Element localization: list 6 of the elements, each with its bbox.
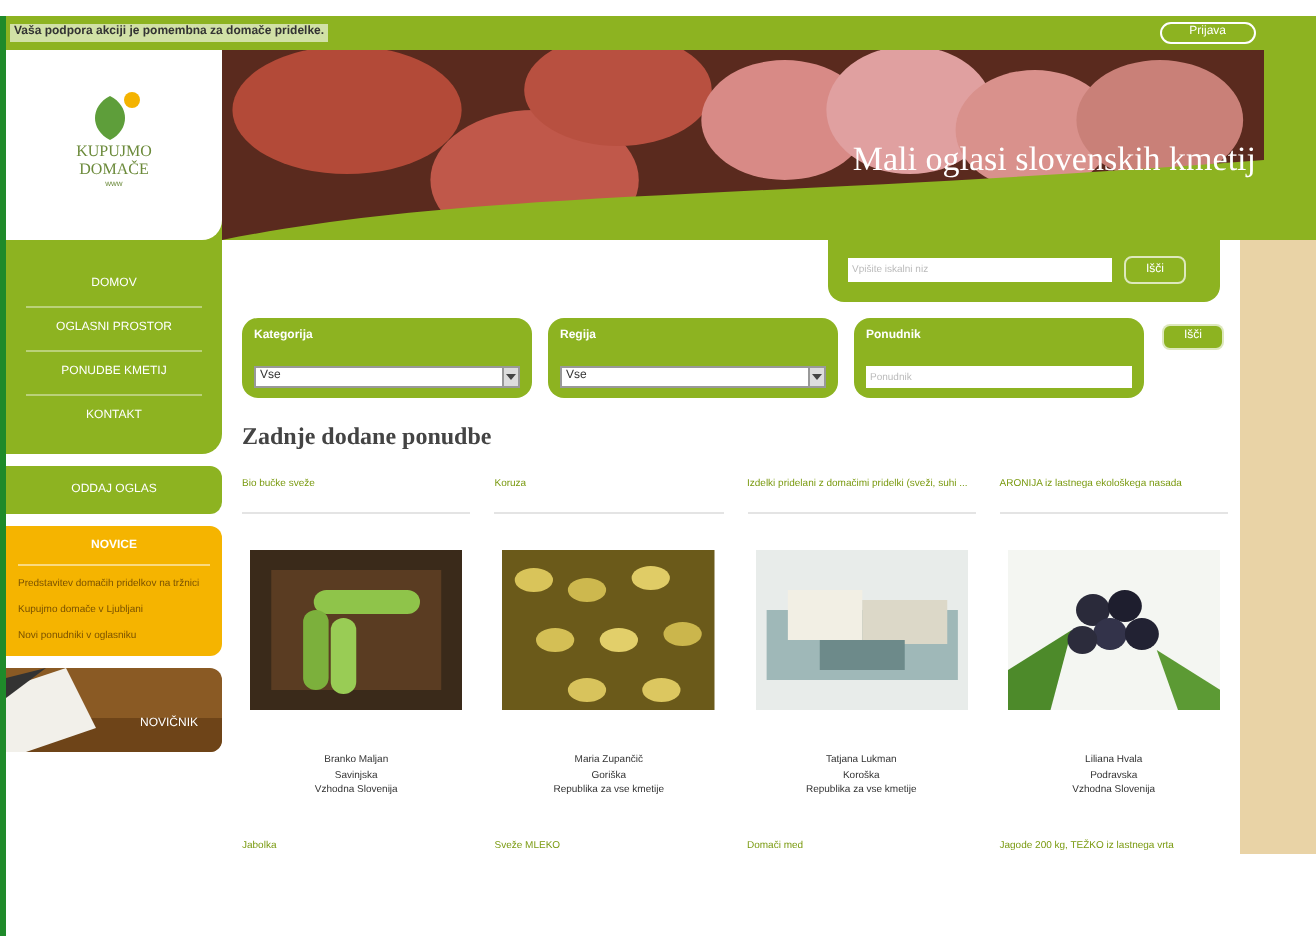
logo-text: DOMAČE [79, 160, 149, 178]
logo-text: KUPUJMO [76, 142, 152, 160]
banner-title: Mali oglasi slovenskih kmetij [852, 138, 1256, 182]
caret-icon [812, 374, 822, 380]
caret-icon [506, 374, 516, 380]
section-heading: Zadnje dodane ponudbe [242, 420, 494, 454]
